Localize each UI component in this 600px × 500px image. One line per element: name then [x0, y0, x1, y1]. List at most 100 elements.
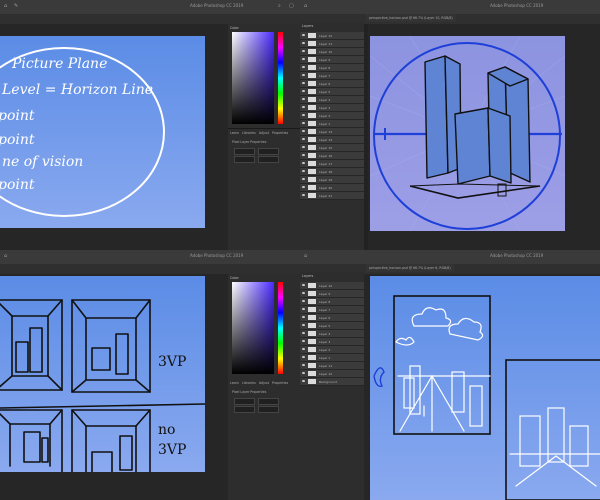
eye-icon[interactable] — [302, 130, 305, 132]
height-field[interactable] — [258, 148, 279, 155]
canvas[interactable] — [370, 276, 600, 500]
eye-icon[interactable] — [302, 372, 305, 374]
home-icon[interactable]: ⌂ — [304, 3, 307, 9]
layer-row[interactable]: Layer 14 — [300, 136, 364, 144]
eye-icon[interactable] — [302, 340, 305, 342]
layer-row[interactable]: Layer 10 — [300, 282, 364, 290]
x-field[interactable] — [234, 406, 255, 413]
layer-row[interactable]: Layer 5 — [300, 88, 364, 96]
eye-icon[interactable] — [302, 98, 305, 100]
layer-row[interactable]: Layer 9 — [300, 56, 364, 64]
layer-row[interactable]: Layer 4 — [300, 96, 364, 104]
eye-icon[interactable] — [302, 364, 305, 366]
canvas[interactable]: 3VP no 3VP — [0, 276, 205, 472]
layer-row[interactable]: Layer 1 — [300, 120, 364, 128]
eye-icon[interactable] — [302, 162, 305, 164]
layer-row[interactable]: Layer 12 — [300, 370, 364, 378]
eye-icon[interactable] — [302, 50, 305, 52]
eye-icon[interactable] — [302, 178, 305, 180]
eye-icon[interactable] — [302, 332, 305, 334]
canvas[interactable]: Picture Plane Level = Horizon Line point… — [0, 36, 205, 228]
eye-icon[interactable] — [302, 186, 305, 188]
libraries-tab[interactable]: Libraries — [242, 131, 256, 135]
eye-icon[interactable] — [302, 82, 305, 84]
eye-icon[interactable] — [302, 348, 305, 350]
layer-row[interactable]: Layer 11 — [300, 40, 364, 48]
libraries-tab[interactable]: Libraries — [242, 381, 256, 385]
layer-row[interactable]: Layer 20 — [300, 184, 364, 192]
layer-row[interactable]: Layer 15 — [300, 144, 364, 152]
layer-row[interactable]: Layer 19 — [300, 176, 364, 184]
eye-icon[interactable] — [302, 66, 305, 68]
layer-row[interactable]: Layer 13 — [300, 128, 364, 136]
adjust-tab[interactable]: Adjust — [259, 131, 269, 135]
layer-row[interactable]: Layer 10 — [300, 48, 364, 56]
height-field[interactable] — [258, 398, 279, 405]
layer-row[interactable]: Layer 2 — [300, 346, 364, 354]
layer-row[interactable]: Layer 3 — [300, 104, 364, 112]
layer-row[interactable]: Layer 9 — [300, 290, 364, 298]
layer-row[interactable]: Layer 8 — [300, 64, 364, 72]
eye-icon[interactable] — [302, 284, 305, 286]
learn-tab[interactable]: Learn — [230, 381, 239, 385]
eye-icon[interactable] — [302, 316, 305, 318]
brush-icon[interactable]: ✎ — [14, 3, 18, 9]
learn-tab[interactable]: Learn — [230, 131, 239, 135]
hue-slider[interactable] — [278, 282, 283, 374]
layer-row[interactable]: Layer 17 — [300, 160, 364, 168]
eye-icon[interactable] — [302, 114, 305, 116]
properties-tab[interactable]: Properties — [272, 131, 288, 135]
home-icon[interactable]: ⌂ — [4, 253, 7, 259]
layer-row[interactable]: Layer 18 — [300, 168, 364, 176]
eye-icon[interactable] — [302, 308, 305, 310]
y-field[interactable] — [258, 156, 279, 163]
eye-icon[interactable] — [302, 300, 305, 302]
eye-icon[interactable] — [302, 34, 305, 36]
layer-row[interactable]: Layer 6 — [300, 80, 364, 88]
eye-icon[interactable] — [302, 74, 305, 76]
home-icon[interactable]: ⌂ — [304, 253, 307, 259]
layer-row[interactable]: Layer 1 — [300, 354, 364, 362]
layer-row[interactable]: Layer 2 — [300, 112, 364, 120]
eye-icon[interactable] — [302, 324, 305, 326]
color-field[interactable] — [232, 32, 274, 124]
eye-icon[interactable] — [302, 90, 305, 92]
document-tab[interactable]: perspective_horizon.psd @ 66.7% (Layer 1… — [366, 14, 456, 22]
eye-icon[interactable] — [302, 146, 305, 148]
layer-row[interactable]: Layer 7 — [300, 306, 364, 314]
eye-icon[interactable] — [302, 122, 305, 124]
layer-row[interactable]: Layer 4 — [300, 330, 364, 338]
layer-row[interactable]: Layer 5 — [300, 322, 364, 330]
home-icon[interactable]: ⌂ — [4, 3, 7, 9]
canvas[interactable] — [370, 36, 565, 231]
layer-row[interactable]: Layer 21 — [300, 192, 364, 200]
eye-icon[interactable] — [302, 292, 305, 294]
adjust-tab[interactable]: Adjust — [259, 381, 269, 385]
eye-icon[interactable] — [302, 380, 305, 382]
x-field[interactable] — [234, 156, 255, 163]
eye-icon[interactable] — [302, 106, 305, 108]
eye-icon[interactable] — [302, 170, 305, 172]
workspace-icon[interactable]: ▢ — [289, 3, 294, 9]
y-field[interactable] — [258, 406, 279, 413]
layer-row[interactable]: Layer 8 — [300, 298, 364, 306]
layer-row[interactable]: Background — [300, 378, 364, 386]
layer-row[interactable]: Layer 6 — [300, 314, 364, 322]
eye-icon[interactable] — [302, 194, 305, 196]
eye-icon[interactable] — [302, 154, 305, 156]
properties-tab[interactable]: Properties — [272, 381, 288, 385]
width-field[interactable] — [234, 148, 255, 155]
color-field[interactable] — [232, 282, 274, 374]
layer-row[interactable]: Layer 16 — [300, 152, 364, 160]
document-tab[interactable]: perspective_horizon.psd @ 66.7% (Layer 6… — [366, 264, 454, 272]
eye-icon[interactable] — [302, 42, 305, 44]
layer-row[interactable]: Layer 7 — [300, 72, 364, 80]
layer-row[interactable]: Layer 11 — [300, 362, 364, 370]
eye-icon[interactable] — [302, 356, 305, 358]
hue-slider[interactable] — [278, 32, 283, 124]
layer-row[interactable]: Layer 12 — [300, 32, 364, 40]
layer-row[interactable]: Layer 3 — [300, 338, 364, 346]
eye-icon[interactable] — [302, 58, 305, 60]
eye-icon[interactable] — [302, 138, 305, 140]
search-icon[interactable]: ⌕ — [278, 3, 281, 9]
